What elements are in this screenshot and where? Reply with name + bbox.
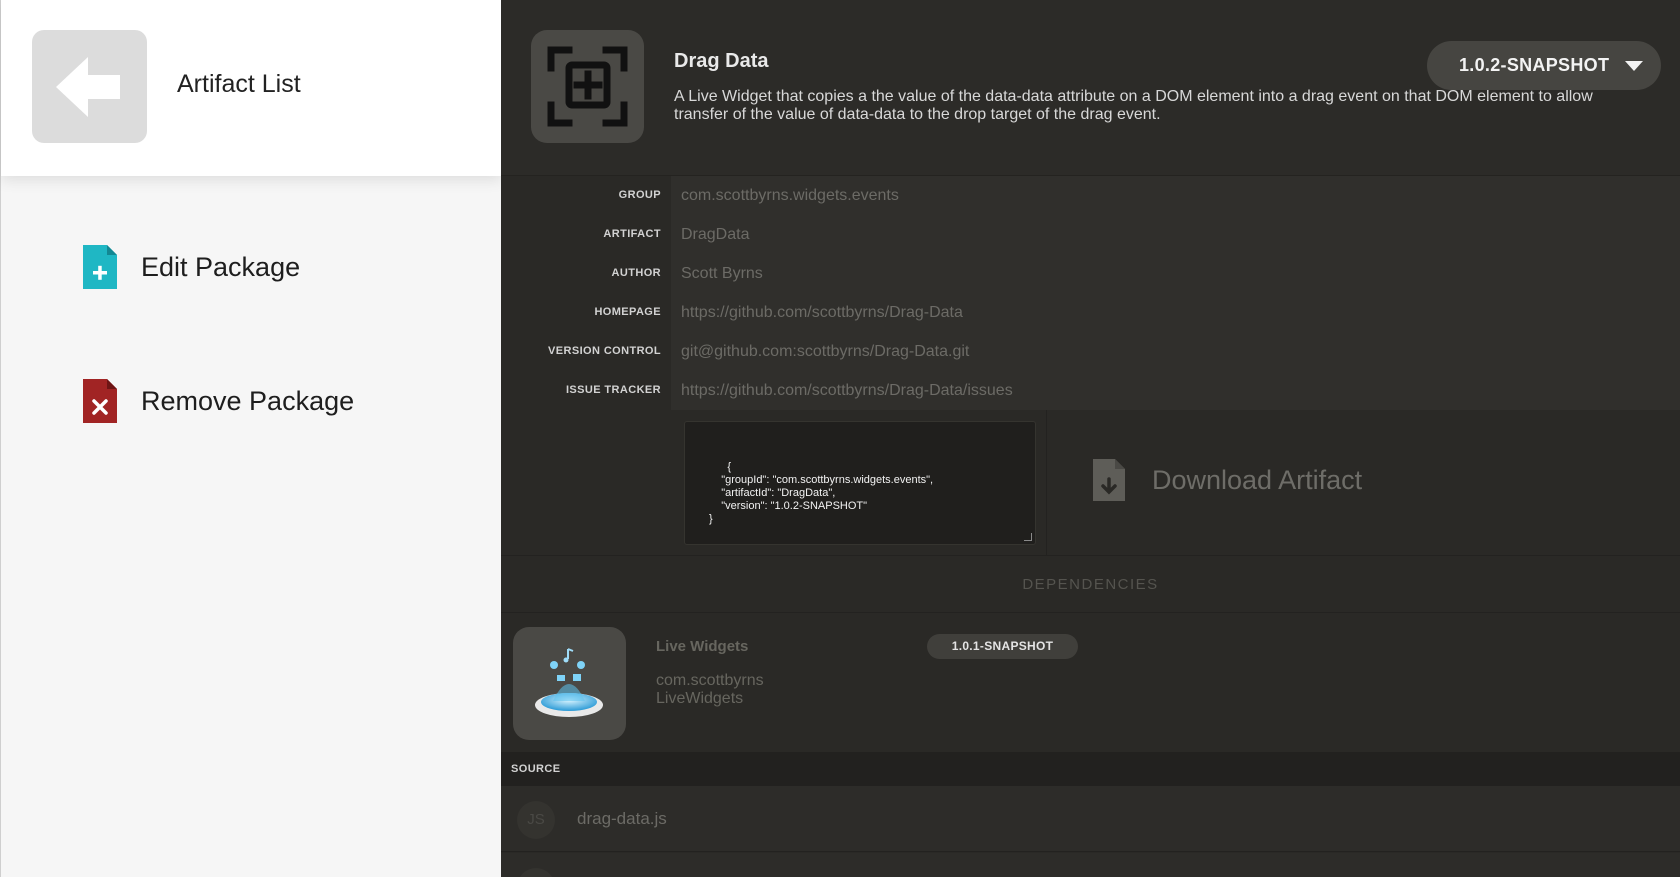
file-plus-icon: [83, 245, 117, 289]
source-file-name: drag-data.js: [577, 809, 667, 828]
chevron-down-icon: [1625, 60, 1644, 71]
meta-key: ISSUE TRACKER: [501, 371, 671, 410]
file-remove-icon: [83, 379, 117, 423]
file-type-badge: [517, 868, 555, 877]
dependency-icon: [513, 627, 626, 740]
detail-panel: Drag Data A Live Widget that copies a th…: [501, 0, 1680, 877]
meta-row-issue-tracker: ISSUE TRACKER https://github.com/scottby…: [501, 371, 1680, 410]
dependency-group: com.scottbyrns: [656, 672, 764, 689]
back-card[interactable]: Artifact List: [1, 0, 502, 176]
file-type-badge: JS: [517, 801, 555, 839]
meta-key: VERSION CONTROL: [501, 332, 671, 371]
download-artifact-button[interactable]: Download Artifact: [1091, 457, 1362, 503]
resize-handle-icon[interactable]: [1024, 533, 1032, 541]
back-title[interactable]: Artifact List: [177, 70, 301, 99]
meta-row-group: GROUP com.scottbyrns.widgets.events: [501, 176, 1680, 215]
dependency-snippet-textarea[interactable]: { "groupId": "com.scottbyrns.widgets.eve…: [684, 421, 1036, 545]
meta-row-version-control: VERSION CONTROL git@github.com:scottbyrn…: [501, 332, 1680, 371]
meta-row-author: AUTHOR Scott Byrns: [501, 254, 1680, 293]
divider: [1046, 410, 1047, 556]
back-button[interactable]: [32, 30, 147, 143]
remove-package-button[interactable]: Remove Package: [81, 377, 354, 425]
dependency-artifact: LiveWidgets: [656, 690, 744, 707]
issue-tracker-link[interactable]: https://github.com/scottbyrns/Drag-Data/…: [671, 371, 1680, 410]
download-artifact-label: Download Artifact: [1152, 464, 1363, 495]
meta-row-homepage: HOMEPAGE https://github.com/scottbyrns/D…: [501, 293, 1680, 332]
meta-value: DragData: [671, 215, 1680, 254]
meta-key: HOMEPAGE: [501, 293, 671, 332]
meta-row-artifact: ARTIFACT DragData: [501, 215, 1680, 254]
source-header: SOURCE: [501, 752, 1680, 786]
meta-key: ARTIFACT: [501, 215, 671, 254]
drag-target-icon: [547, 46, 628, 127]
meta-key: AUTHOR: [501, 254, 671, 293]
arrow-left-icon: [56, 57, 120, 117]
package-description: A Live Widget that copies a the value of…: [674, 88, 1593, 123]
left-panel: Artifact List Edit Package Remove Packag…: [0, 0, 502, 877]
version-dropdown[interactable]: 1.0.2-SNAPSHOT: [1427, 41, 1661, 90]
version-value: 1.0.2-SNAPSHOT: [1459, 55, 1610, 75]
package-icon: [531, 30, 644, 143]
source-file-row[interactable]: [501, 853, 1680, 877]
metadata-table: GROUP com.scottbyrns.widgets.events ARTI…: [501, 176, 1680, 410]
version-control-link[interactable]: git@github.com:scottbyrns/Drag-Data.git: [671, 332, 1680, 371]
meta-value: Scott Byrns: [671, 254, 1680, 293]
file-download-icon: [1093, 459, 1125, 501]
dependencies-header: DEPENDENCIES: [501, 557, 1680, 613]
dependency-item[interactable]: Live Widgets com.scottbyrns LiveWidgets …: [501, 614, 1680, 752]
edit-package-label: Edit Package: [141, 251, 301, 282]
package-header: Drag Data A Live Widget that copies a th…: [501, 0, 1680, 176]
meta-value: com.scottbyrns.widgets.events: [671, 176, 1680, 215]
dependency-snippet-area: { "groupId": "com.scottbyrns.widgets.eve…: [501, 410, 1680, 556]
remove-package-label: Remove Package: [141, 385, 355, 416]
package-title: Drag Data: [674, 50, 769, 72]
meta-key: GROUP: [501, 176, 671, 215]
source-file-row[interactable]: JS drag-data.js: [501, 786, 1680, 852]
dependency-name: Live Widgets: [656, 638, 749, 655]
live-widgets-icon: [535, 648, 603, 717]
dependency-version-badge: 1.0.1-SNAPSHOT: [927, 634, 1078, 659]
snippet-text: { "groupId": "com.scottbyrns.widgets.eve…: [709, 461, 934, 525]
edit-package-button[interactable]: Edit Package: [81, 243, 300, 291]
homepage-link[interactable]: https://github.com/scottbyrns/Drag-Data: [671, 293, 1680, 332]
